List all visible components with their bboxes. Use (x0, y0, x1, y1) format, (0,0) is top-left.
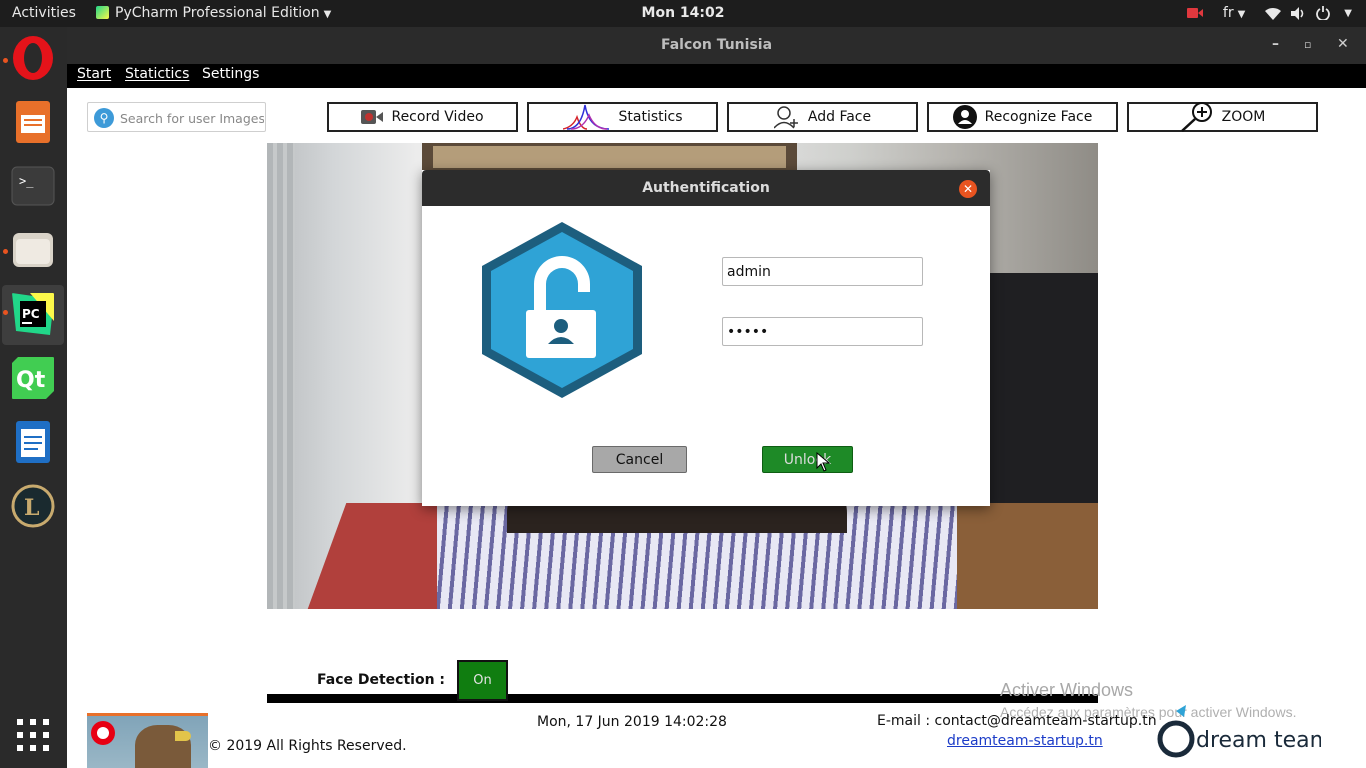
statistics-label: Statistics (618, 109, 683, 125)
divider (267, 694, 1098, 703)
falcon-flag-image (87, 713, 208, 768)
volume-icon (1291, 6, 1304, 20)
zoom-label: ZOOM (1221, 109, 1266, 125)
chevron-down-icon: ▼ (1344, 7, 1352, 19)
zoom-in-icon (1180, 102, 1212, 132)
menu-start[interactable]: Start (77, 66, 111, 82)
terminal-icon[interactable]: >_ (10, 163, 56, 209)
window-title: Falcon Tunisia (660, 37, 773, 53)
face-detection-toggle[interactable]: On (457, 660, 508, 701)
camera-scene-frame-inner (433, 146, 786, 168)
contact-email: E-mail : contact@dreamteam-startup.tn (877, 713, 1157, 729)
files-icon[interactable] (10, 227, 56, 273)
add-user-icon (773, 106, 798, 129)
dock: >_ PC Qt L (0, 27, 67, 768)
minimize-icon[interactable]: – (1272, 36, 1279, 52)
clock[interactable]: Mon 14:02 (0, 5, 1366, 21)
record-video-button[interactable]: Record Video (327, 102, 518, 132)
running-indicator (3, 310, 8, 315)
record-video-label: Record Video (391, 109, 484, 125)
cancel-button[interactable]: Cancel (592, 446, 687, 473)
keyboard-layout-label: fr (1222, 5, 1234, 21)
grid-icon[interactable] (17, 719, 49, 751)
close-icon[interactable]: ✕ (959, 180, 977, 198)
face-detection-state: On (473, 673, 492, 688)
camera-scene-blinds (267, 143, 295, 609)
chevron-down-icon: ▼ (1237, 9, 1246, 20)
dialog-title: Authentification (642, 180, 770, 196)
add-face-label: Add Face (807, 109, 872, 125)
logo-text: dream team (1196, 728, 1321, 753)
running-indicator (3, 249, 8, 254)
padlock-icon (482, 222, 642, 398)
password-field[interactable] (722, 317, 923, 346)
camera-recording-icon (1186, 8, 1203, 18)
recognize-face-button[interactable]: Recognize Face (927, 102, 1118, 132)
svg-text:Qt: Qt (16, 368, 46, 393)
datetime-text: Mon, 17 Jun 2019 14:02:28 (537, 714, 727, 730)
authentication-dialog: Authentification ✕ Cancel Unlock (422, 170, 990, 506)
dreamteam-logo: dream team (1157, 705, 1321, 758)
wifi-icon (1265, 7, 1282, 20)
menu-bar: Start Statictics Settings (67, 64, 1366, 88)
menu-statistics[interactable]: Statictics (125, 66, 189, 82)
username-field[interactable] (722, 257, 923, 286)
image-top-stripe (87, 713, 208, 716)
tunisia-flag-icon (91, 721, 115, 745)
opera-icon[interactable] (10, 35, 56, 81)
pycharm-icon[interactable]: PC (10, 291, 56, 337)
search-icon: ⚲ (94, 108, 114, 128)
menu-settings[interactable]: Settings (202, 66, 259, 82)
statistics-button[interactable]: Statistics (527, 102, 718, 132)
search-input[interactable] (118, 107, 266, 129)
dialog-titlebar[interactable]: Authentification ✕ (422, 170, 990, 206)
camera-scene-monitor (987, 273, 1098, 523)
qt-creator-icon[interactable]: Qt (10, 355, 56, 401)
activation-watermark-title: Activer Windows (1000, 680, 1134, 700)
writer-icon[interactable] (10, 419, 56, 465)
svg-text:PC: PC (22, 307, 40, 321)
system-tray[interactable]: fr ▼ ▼ (1186, 5, 1352, 21)
mouse-cursor-icon (816, 452, 830, 472)
unlock-button[interactable]: Unlock (762, 446, 853, 473)
window-titlebar[interactable]: Falcon Tunisia – ▫ ✕ (67, 27, 1366, 64)
svg-text:L: L (24, 495, 39, 521)
presentation-app-icon[interactable] (10, 99, 56, 145)
zoom-button[interactable]: ZOOM (1127, 102, 1318, 132)
recognize-face-label: Recognize Face (984, 109, 1093, 125)
add-face-button[interactable]: Add Face (727, 102, 918, 132)
user-circle-icon (952, 105, 977, 129)
maximize-icon[interactable]: ▫ (1304, 38, 1311, 51)
status-menu[interactable]: ▼ (1265, 6, 1352, 20)
face-detection-label: Face Detection : (317, 672, 446, 688)
close-icon[interactable]: ✕ (1337, 36, 1349, 52)
falcon-beak (175, 731, 191, 741)
video-camera-icon (361, 110, 384, 124)
league-of-legends-icon[interactable]: L (10, 483, 56, 529)
power-icon (1316, 6, 1331, 20)
copyright-text: © 2019 All Rights Reserved. (208, 738, 407, 754)
running-indicator (3, 58, 8, 63)
chart-curve-icon (562, 104, 609, 130)
search-box[interactable]: ⚲ (87, 102, 266, 132)
svg-text:>_: >_ (19, 174, 34, 188)
keyboard-layout[interactable]: fr ▼ (1223, 5, 1245, 21)
system-top-bar: Activities PyCharm Professional Edition ▼… (0, 0, 1366, 27)
website-link[interactable]: dreamteam-startup.tn (947, 733, 1103, 749)
